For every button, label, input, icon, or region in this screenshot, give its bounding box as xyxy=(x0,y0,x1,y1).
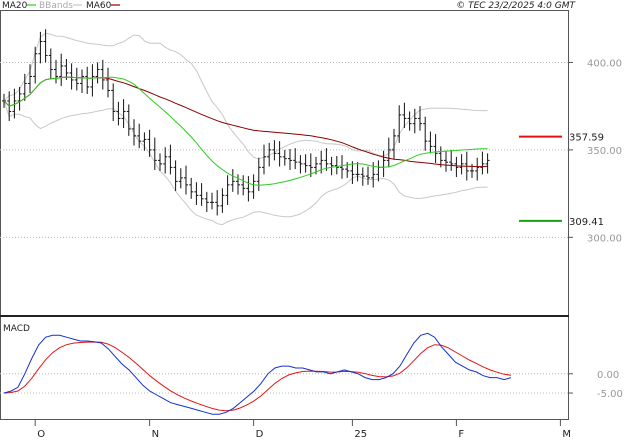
date-tick-label: D xyxy=(256,429,264,440)
macd-tick-label: 0.00 xyxy=(597,370,619,381)
macd-signal-line xyxy=(3,341,512,412)
price-bar xyxy=(132,119,136,146)
price-bar xyxy=(33,46,38,84)
date-tick-label: N xyxy=(152,429,159,440)
price-bar xyxy=(407,111,412,131)
price-bar xyxy=(444,150,448,172)
price-tick-label: 400.00 xyxy=(587,58,622,69)
price-bar xyxy=(111,83,116,122)
legend-ma20-label: MA20 xyxy=(2,1,28,11)
price-bar xyxy=(381,150,386,177)
date-tick-label: M xyxy=(562,429,571,440)
price-bar xyxy=(433,134,438,163)
price-bar xyxy=(334,156,339,175)
date-tick-label: 25 xyxy=(354,429,367,440)
price-bar xyxy=(459,154,464,175)
price-bar xyxy=(137,123,142,149)
price-bar xyxy=(225,175,230,205)
price-level-label: 357.59 xyxy=(569,133,604,144)
price-bar xyxy=(189,177,194,199)
price-bar xyxy=(454,156,459,177)
price-bar xyxy=(184,165,188,195)
price-bar xyxy=(69,63,74,90)
price-bar xyxy=(215,190,220,216)
copyright-text: © TEC 23/2/2025 4:0 GMT xyxy=(456,1,576,11)
price-bar xyxy=(95,62,100,84)
grid xyxy=(0,61,568,394)
price-tick-label: 350.00 xyxy=(587,146,622,157)
price-bar xyxy=(288,149,292,170)
date-tick-label: O xyxy=(37,429,45,440)
price-bar xyxy=(74,67,79,91)
price-bar xyxy=(126,104,131,136)
stock-chart: 357.59 309.41 400.00 350.00 300.00 0.00 -5.0… xyxy=(0,1,623,440)
price-bars xyxy=(2,29,490,216)
price-bar xyxy=(423,116,428,151)
price-bar xyxy=(485,153,490,174)
price-bar xyxy=(230,169,235,192)
price-tick-label: 300.00 xyxy=(587,233,622,244)
price-bar xyxy=(412,108,417,134)
bband-upper-line xyxy=(3,32,488,160)
legend-ma60-label: MA60 xyxy=(86,1,112,11)
macd-panel-title: MACD xyxy=(3,324,30,334)
price-bar xyxy=(329,156,334,176)
price-bar xyxy=(54,59,58,84)
price-bar xyxy=(194,182,199,205)
price-bar xyxy=(106,67,110,98)
price-bar xyxy=(303,154,308,173)
legend: MA20 BBands MA60 xyxy=(2,1,120,11)
price-bar xyxy=(256,157,261,191)
legend-bbands-label: BBands xyxy=(39,1,73,11)
date-tick-label: F xyxy=(458,429,464,440)
price-bar xyxy=(246,176,251,202)
macd-tick-label: -5.00 xyxy=(597,389,623,400)
price-bar xyxy=(360,167,365,186)
price-bar xyxy=(355,162,360,182)
price-bar xyxy=(163,147,168,174)
price-bar xyxy=(340,155,344,179)
price-bar xyxy=(376,160,381,182)
price-bar xyxy=(475,157,480,181)
price-bar xyxy=(90,64,95,97)
price-bar xyxy=(366,166,370,185)
price-bar xyxy=(241,175,246,196)
price-bar xyxy=(272,140,277,161)
date-axis-ticks: O N D 25 F M xyxy=(34,420,571,440)
chart-root: 357.59 309.41 400.00 350.00 300.00 0.00 -5.0… xyxy=(0,0,627,440)
price-level-label: 309.41 xyxy=(569,217,604,228)
price-bar xyxy=(480,151,485,175)
price-bar xyxy=(59,53,64,87)
price-bar xyxy=(48,48,53,80)
price-bar xyxy=(121,99,126,129)
price-bar xyxy=(449,149,454,171)
price-bar xyxy=(100,59,105,90)
price-bar xyxy=(173,160,178,191)
price-bar xyxy=(204,191,209,212)
macd-panel-frame xyxy=(0,316,569,420)
price-bar xyxy=(80,69,84,94)
price-bar xyxy=(147,129,152,157)
price-bar xyxy=(210,192,214,210)
price-bar xyxy=(293,148,298,170)
price-bar xyxy=(251,174,256,199)
price-bar xyxy=(28,64,32,94)
price-bar xyxy=(298,155,303,174)
price-bar xyxy=(277,141,282,167)
price-bar xyxy=(168,144,173,175)
price-bar xyxy=(220,188,225,213)
price-bar xyxy=(85,66,90,94)
price-bar xyxy=(199,183,204,206)
price-bar xyxy=(178,168,183,189)
macd-line xyxy=(3,332,512,415)
price-bar xyxy=(282,149,287,166)
price-bar xyxy=(262,144,266,175)
